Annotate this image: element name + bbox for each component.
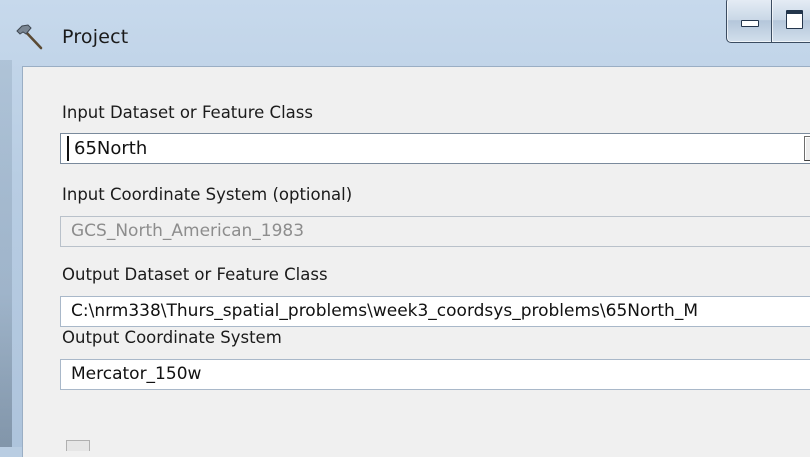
window-title: Project [62,26,129,48]
title-bar[interactable]: Project [0,0,810,64]
maximize-icon [786,10,803,29]
minimize-button[interactable] [726,0,773,43]
output-dataset-label: Output Dataset or Feature Class [62,265,328,284]
input-dataset-dropdown-button[interactable] [804,136,810,161]
minimize-icon [741,20,759,27]
input-dataset-label: Input Dataset or Feature Class [62,103,313,122]
checkbox[interactable] [66,440,90,451]
input-dataset-value: 65North [67,136,147,161]
output-dataset-field[interactable]: C:\nrm338\Thurs_spatial_problems\week3_c… [60,296,810,327]
maximize-button[interactable] [771,0,810,43]
dialog-content: Input Dataset or Feature Class 65North I… [22,66,810,457]
output-coord-field[interactable]: Mercator_150w [60,359,810,390]
input-coord-field: GCS_North_American_1983 [60,216,810,247]
input-dataset-combobox[interactable]: 65North [60,133,810,164]
output-coord-label: Output Coordinate System [62,328,282,347]
frame-edge [0,60,12,447]
hammer-icon [14,22,48,52]
input-coord-label: Input Coordinate System (optional) [62,185,353,204]
